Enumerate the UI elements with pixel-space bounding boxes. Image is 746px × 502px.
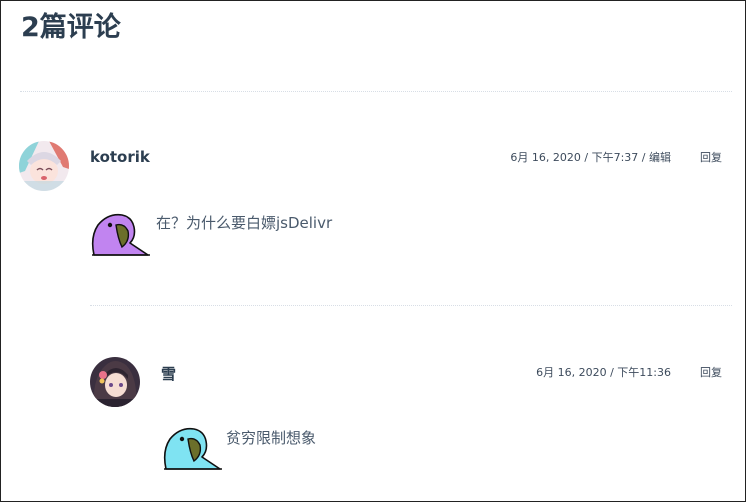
avatar-image-icon — [90, 357, 140, 407]
reply-button[interactable]: 回复 — [700, 149, 722, 165]
comment-text: 在？为什么要白嫖jsDelivr — [156, 214, 333, 232]
avatar[interactable] — [19, 141, 69, 191]
section-divider — [20, 91, 732, 92]
comment-author[interactable]: kotorik — [90, 148, 150, 166]
comment-divider — [90, 305, 732, 306]
comment-meta: 6月 16, 2020 / 下午11:36 — [536, 364, 671, 380]
comment-author[interactable]: 雪 — [161, 363, 176, 384]
comment-time[interactable]: 下午7:37 — [592, 151, 639, 164]
meta-separator: / — [638, 151, 649, 164]
comment-text: 贫穷限制想象 — [226, 429, 317, 447]
meta-separator: / — [606, 366, 618, 379]
meta-separator: / — [580, 151, 592, 164]
avatar[interactable] — [90, 357, 140, 407]
comments-title: 2篇评论 — [21, 12, 121, 43]
edit-link[interactable]: 编辑 — [649, 151, 671, 164]
comment-date[interactable]: 6月 16, 2020 — [536, 366, 606, 379]
comment-meta: 6月 16, 2020 / 下午7:37 / 编辑 — [510, 149, 671, 165]
party-parrot-icon — [91, 213, 150, 256]
reply-button[interactable]: 回复 — [700, 364, 722, 380]
comment-date[interactable]: 6月 16, 2020 — [510, 151, 580, 164]
comment-time[interactable]: 下午11:36 — [617, 366, 671, 379]
party-parrot-icon — [163, 427, 222, 470]
avatar-image-icon — [19, 141, 69, 191]
